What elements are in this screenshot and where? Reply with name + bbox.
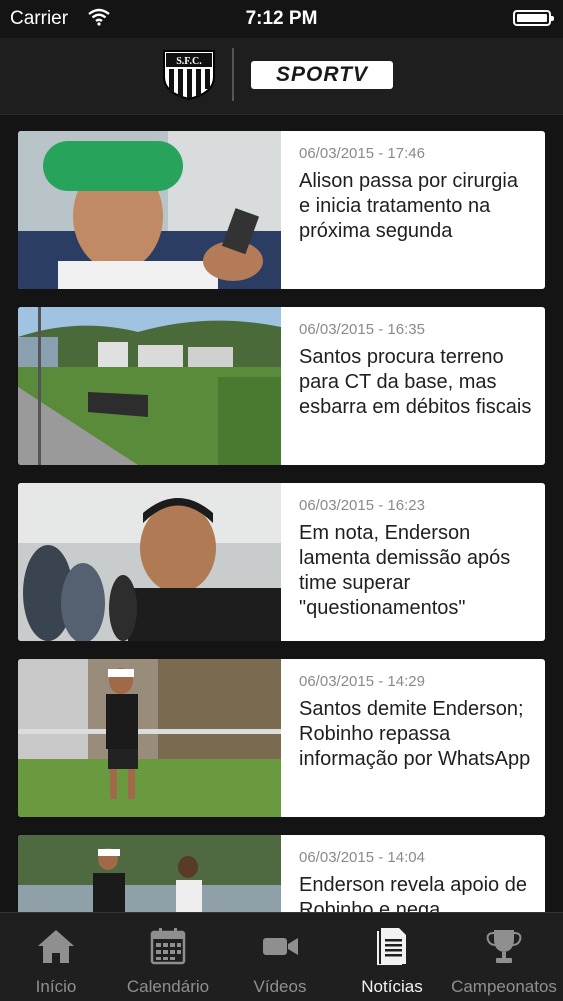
news-headline: Alison passa por cirurgia e inicia trata… <box>299 170 518 242</box>
news-headline: Santos procura terreno para CT da base, … <box>299 346 532 418</box>
svg-text:S.F.C.: S.F.C. <box>176 56 202 67</box>
status-bar: Carrier 7:12 PM <box>0 0 563 38</box>
tab-videos[interactable]: Vídeos <box>224 913 336 1001</box>
news-thumbnail <box>18 835 281 912</box>
news-feed[interactable]: 06/03/2015 - 17:46 Alison passa por ciru… <box>0 114 563 912</box>
news-meta: 06/03/2015 - 16:23 Em nota, Enderson lam… <box>299 497 533 621</box>
home-icon <box>38 930 74 963</box>
news-thumbnail <box>18 483 281 641</box>
news-date: 06/03/2015 - 16:23 <box>299 497 425 514</box>
sportv-logo: SPORTV <box>251 61 393 89</box>
tab-label: Campeonatos <box>451 977 557 996</box>
news-date: 06/03/2015 - 14:04 <box>299 849 425 866</box>
trophy-icon <box>486 930 522 963</box>
news-headline: Enderson revela apoio de Robinho e nega <box>299 874 527 912</box>
battery-icon <box>513 10 554 26</box>
news-thumbnail <box>18 659 281 817</box>
header-divider <box>232 48 234 101</box>
tab-bar: Início Calendário Vídeos Notícias Campeo… <box>0 912 563 1001</box>
news-date: 06/03/2015 - 17:46 <box>299 145 425 162</box>
calendar-icon <box>150 928 186 965</box>
news-card[interactable]: 06/03/2015 - 16:35 Santos procura terren… <box>18 307 545 465</box>
news-card[interactable]: 06/03/2015 - 16:23 Em nota, Enderson lam… <box>18 483 545 641</box>
tab-inicio[interactable]: Início <box>0 913 112 1001</box>
status-time: 7:12 PM <box>245 8 318 29</box>
tab-calendario[interactable]: Calendário <box>112 913 224 1001</box>
news-meta: 06/03/2015 - 14:29 Santos demite Enderso… <box>299 673 533 772</box>
news-card[interactable]: 06/03/2015 - 14:29 Santos demite Enderso… <box>18 659 545 817</box>
news-thumbnail <box>18 307 281 465</box>
news-card[interactable]: 06/03/2015 - 14:04 Enderson revela apoio… <box>18 835 545 912</box>
news-card[interactable]: 06/03/2015 - 17:46 Alison passa por ciru… <box>18 131 545 289</box>
news-headline: Em nota, Enderson lamenta demissão após … <box>299 522 511 619</box>
news-document-icon <box>377 928 406 965</box>
video-camera-icon <box>263 938 298 955</box>
news-date: 06/03/2015 - 14:29 <box>299 673 425 690</box>
santos-crest-icon: S.F.C. <box>163 50 215 101</box>
app-header: S.F.C. SPORTV <box>0 38 563 115</box>
tab-campeonatos[interactable]: Campeonatos <box>448 913 560 1001</box>
news-meta: 06/03/2015 - 14:04 Enderson revela apoio… <box>299 849 533 912</box>
tab-noticias[interactable]: Notícias <box>336 913 448 1001</box>
news-date: 06/03/2015 - 16:35 <box>299 321 425 338</box>
news-meta: 06/03/2015 - 16:35 Santos procura terren… <box>299 321 533 420</box>
news-thumbnail <box>18 131 281 289</box>
news-meta: 06/03/2015 - 17:46 Alison passa por ciru… <box>299 145 533 244</box>
news-headline: Santos demite Enderson; Robinho repassa … <box>299 698 531 770</box>
